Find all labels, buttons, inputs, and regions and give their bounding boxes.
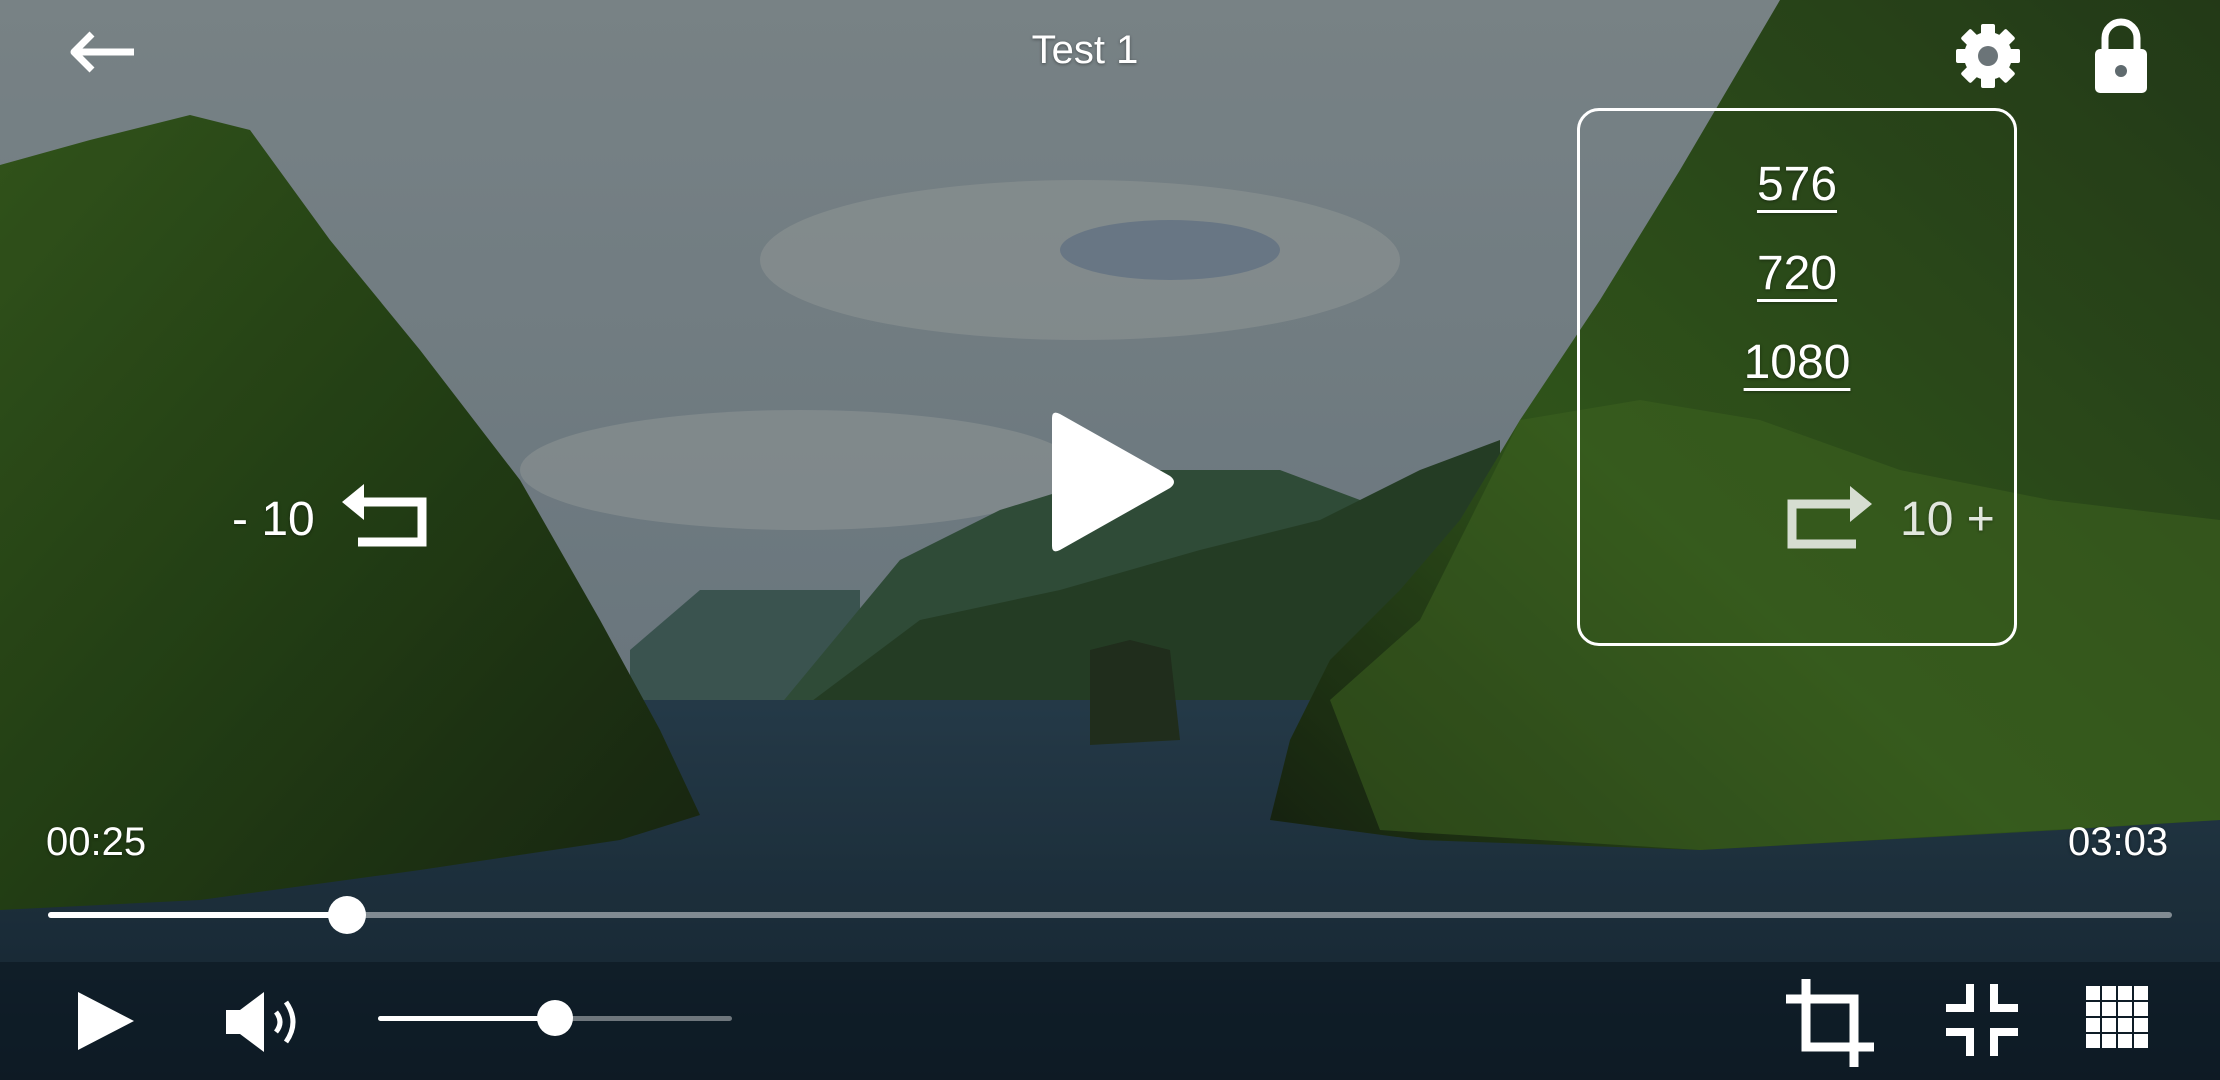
resolution-option-720[interactable]: 720 bbox=[1580, 246, 2014, 301]
resolution-option-576[interactable]: 576 bbox=[1580, 157, 2014, 212]
bottom-control-bar bbox=[0, 962, 2220, 1080]
replay-arrow-icon[interactable] bbox=[338, 482, 438, 552]
video-title: Test 1 bbox=[1031, 28, 1139, 72]
play-icon[interactable] bbox=[72, 988, 138, 1054]
fullscreen-exit-icon[interactable] bbox=[1942, 980, 2022, 1060]
volume-slider[interactable] bbox=[378, 1000, 732, 1036]
volume-thumb[interactable] bbox=[537, 1000, 573, 1036]
current-time: 00:25 bbox=[46, 820, 147, 864]
volume-fill bbox=[378, 1016, 555, 1021]
gear-icon[interactable] bbox=[1950, 18, 2026, 94]
rewind-label: - 10 bbox=[232, 493, 315, 546]
play-icon[interactable] bbox=[1040, 410, 1180, 554]
resolution-option-label: 1080 bbox=[1743, 336, 1851, 389]
volume-icon[interactable] bbox=[224, 990, 306, 1054]
resolution-option-label: 576 bbox=[1756, 158, 1838, 211]
video-player[interactable]: Test 1 576 720 1080 - 10 10 + 00:25 03:0… bbox=[0, 0, 2220, 1080]
lock-icon[interactable] bbox=[2086, 16, 2156, 96]
crop-icon[interactable] bbox=[1782, 975, 1878, 1071]
forward-arrow-icon[interactable] bbox=[1776, 484, 1876, 554]
resolution-menu: 576 720 1080 bbox=[1577, 108, 2017, 646]
resolution-option-label: 720 bbox=[1756, 247, 1838, 300]
progress-fill bbox=[48, 912, 348, 918]
total-time: 03:03 bbox=[2068, 820, 2169, 864]
progress-bar[interactable] bbox=[48, 896, 2172, 934]
forward-label: 10 + bbox=[1900, 493, 1995, 546]
grid-icon[interactable] bbox=[2086, 986, 2148, 1048]
resolution-option-1080[interactable]: 1080 bbox=[1580, 335, 2014, 390]
